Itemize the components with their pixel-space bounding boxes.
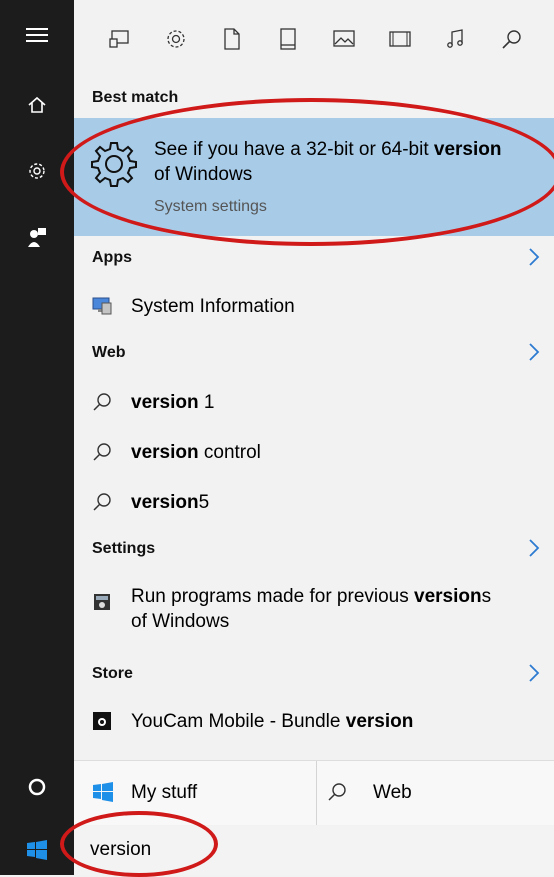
chevron-right-icon[interactable] [528,538,540,558]
list-item[interactable]: YouCam Mobile - Bundle version [74,705,554,737]
gear-icon[interactable] [0,146,74,196]
settings-result-text: Run programs made for previous versions o… [131,584,491,634]
windows-logo-icon [92,781,114,808]
web-suggestion[interactable]: version5 [74,486,554,518]
windows-start-icon[interactable] [0,825,74,875]
web-suggestion-rest: 1 [198,391,215,413]
web-suggestion-bold: version [131,391,199,413]
music-icon[interactable] [428,19,484,59]
web-button[interactable]: Web [317,761,554,825]
videos-icon[interactable] [372,19,428,59]
store-result-label: YouCam Mobile - Bundle [131,710,346,732]
cortana-circle-icon[interactable] [0,762,74,812]
store-result-bold: version [345,710,414,732]
web-suggestion-rest: 5 [198,491,210,513]
apps-header[interactable]: Apps [74,238,554,278]
sidebar [0,0,74,875]
best-match-title-bold: version [433,139,502,160]
best-match-title: See if you have a 32-bit or 64-bit versi… [154,137,549,187]
best-match-header: Best match [74,78,554,118]
chevron-right-icon[interactable] [528,342,540,362]
web-label: Web [92,344,126,361]
apps-label: Apps [92,249,132,266]
best-match-result[interactable]: See if you have a 32-bit or 64-bit versi… [74,118,554,236]
web-suggestion-rest: control [198,441,261,463]
web-suggestion-bold: version [131,491,199,513]
search-icon [327,782,347,807]
web-suggestion[interactable]: version 1 [74,386,554,418]
list-item[interactable]: System Information [74,290,554,322]
search-icon[interactable] [484,19,540,59]
photos-icon[interactable] [316,19,372,59]
best-match-label: Best match [92,89,179,106]
web-suggestion[interactable]: version control [74,436,554,468]
camera-app-icon [90,709,114,733]
list-item[interactable]: Run programs made for previous versions o… [74,584,554,640]
settings-header[interactable]: Settings [74,529,554,569]
best-match-subtitle: System settings [154,198,267,215]
settings-result-suffix: s [481,586,492,607]
home-icon[interactable] [0,80,74,130]
chevron-right-icon[interactable] [528,247,540,267]
hamburger-menu-icon[interactable] [0,10,74,60]
scope-bar: My stuff Web [74,760,554,825]
settings-gear-icon[interactable] [148,19,204,59]
web-suggestion-bold: version [131,441,199,463]
best-match-title-line2: of Windows [154,164,253,185]
best-match-title-text: See if you have a 32-bit or 64-bit [154,139,434,160]
compatibility-icon [90,590,114,614]
tablet-icon[interactable] [260,19,316,59]
my-stuff-label: My stuff [131,782,198,803]
search-input[interactable]: version [90,839,151,861]
settings-result-bold: version [414,586,482,607]
filter-toolbar [74,0,554,78]
settings-result-line2: of Windows [131,611,230,632]
search-icon [90,390,114,414]
web-header[interactable]: Web [74,333,554,373]
settings-gear-large-icon [90,140,138,193]
store-result-text: YouCam Mobile - Bundle version [131,709,413,734]
store-header[interactable]: Store [74,654,554,694]
search-icon [90,440,114,464]
web-suggestion-text: version 1 [131,390,214,415]
settings-result-line1: Run programs made for previous [131,586,415,607]
document-icon[interactable] [204,19,260,59]
chevron-right-icon[interactable] [528,663,540,683]
web-button-label: Web [373,782,412,803]
store-label: Store [92,665,133,682]
search-box[interactable]: version [74,826,554,875]
search-icon [90,490,114,514]
web-suggestion-text: version5 [131,490,209,515]
web-suggestion-text: version control [131,440,261,465]
apps-icon[interactable] [92,19,148,59]
settings-label: Settings [92,540,156,557]
system-information-icon [90,294,114,318]
my-stuff-button[interactable]: My stuff [74,761,316,825]
search-results-panel: Best match See if you have a 32-bit or 6… [74,0,554,755]
system-information-label: System Information [131,295,295,317]
feedback-person-icon[interactable] [0,213,74,263]
